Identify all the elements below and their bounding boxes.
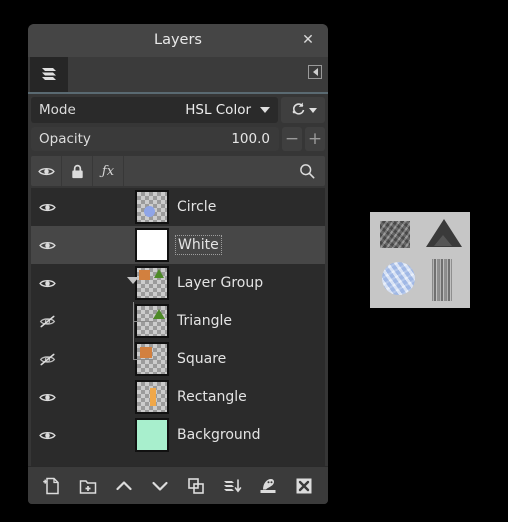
- duplicate-layer-icon[interactable]: [182, 472, 210, 500]
- layer-name: Background: [177, 427, 261, 443]
- opacity-decrease-button[interactable]: −: [282, 127, 302, 151]
- layer-thumbnail: [135, 228, 169, 262]
- layer-name: Circle: [177, 199, 217, 215]
- reset-icon: [290, 100, 307, 121]
- filter-effects-icon[interactable]: ƒx: [93, 156, 124, 186]
- canvas-striped-rectangle: [432, 259, 452, 301]
- raise-layer-icon[interactable]: [110, 472, 138, 500]
- layer-name: Rectangle: [177, 389, 247, 405]
- layer-visibility-off-icon[interactable]: [31, 340, 63, 378]
- layer-visibility-off-icon[interactable]: [31, 302, 63, 340]
- layer-list[interactable]: Circle White Layer Group Triangle Square Rect…: [31, 188, 325, 479]
- filter-lock-icon[interactable]: [62, 156, 93, 186]
- fx-label: ƒx: [101, 163, 115, 179]
- thumb-square-shape: [140, 347, 152, 358]
- search-icon[interactable]: [293, 156, 321, 186]
- layers-bottom-toolbar: [28, 466, 328, 504]
- new-layer-icon[interactable]: [38, 472, 66, 500]
- opacity-slider[interactable]: Opacity 100.0: [31, 127, 279, 151]
- mode-value: HSL Color: [185, 102, 251, 118]
- thumb-rectangle-shape: [150, 388, 156, 406]
- opacity-value: 100.0: [231, 131, 270, 147]
- thumb-square-shape: [139, 270, 150, 280]
- layer-name: Square: [177, 351, 227, 367]
- dialog-titlebar: Layers ✕: [28, 24, 328, 57]
- layer-row[interactable]: Background: [31, 416, 325, 454]
- layer-thumbnail: [135, 266, 169, 300]
- thumb-triangle-shape: [154, 269, 164, 278]
- layer-indent: [63, 302, 135, 340]
- layer-row[interactable]: White: [31, 226, 325, 264]
- thumb-circle-shape: [144, 206, 155, 217]
- layer-row[interactable]: Square: [31, 340, 325, 378]
- plus-icon: +: [307, 128, 323, 149]
- tree-connector: [133, 321, 153, 322]
- layer-row[interactable]: Triangle: [31, 302, 325, 340]
- add-layer-mask-icon[interactable]: [254, 472, 282, 500]
- minus-icon: −: [284, 128, 300, 149]
- tab-menu-icon[interactable]: [308, 65, 322, 79]
- layer-thumbnail: [135, 380, 169, 414]
- tree-connector: [133, 359, 153, 360]
- layer-row[interactable]: Layer Group: [31, 264, 325, 302]
- lower-layer-icon[interactable]: [146, 472, 174, 500]
- page-title: Layers: [154, 32, 202, 48]
- tree-connector: [133, 340, 134, 360]
- layer-indent: [63, 226, 135, 264]
- thumb-triangle-shape: [153, 309, 165, 319]
- layer-indent: [63, 188, 135, 226]
- chevron-down-icon: [308, 107, 317, 113]
- layers-stack-icon: [39, 63, 59, 87]
- layer-indent: [63, 264, 135, 302]
- layer-visibility-on-icon[interactable]: [31, 264, 63, 302]
- new-layer-group-icon[interactable]: [74, 472, 102, 500]
- layer-filter-bar: ƒx: [31, 156, 325, 186]
- canvas-thumbnail[interactable]: [367, 209, 473, 311]
- delete-layer-icon[interactable]: [290, 472, 318, 500]
- layer-name: White: [175, 235, 222, 255]
- opacity-label: Opacity: [39, 131, 91, 147]
- reset-button[interactable]: [281, 97, 325, 123]
- canvas-blue-circle: [382, 262, 415, 295]
- layer-thumbnail: [135, 190, 169, 224]
- layer-indent: [63, 340, 135, 378]
- mode-select[interactable]: Mode HSL Color: [31, 97, 278, 123]
- tab-layers[interactable]: [30, 57, 68, 92]
- layer-name: Triangle: [177, 313, 232, 329]
- layer-visibility-on-icon[interactable]: [31, 378, 63, 416]
- opacity-increase-button[interactable]: +: [305, 127, 325, 151]
- group-expander-icon[interactable]: [127, 277, 139, 284]
- layer-row[interactable]: Rectangle: [31, 378, 325, 416]
- close-icon[interactable]: ✕: [296, 24, 320, 57]
- canvas-triangle-inner: [434, 235, 452, 246]
- merge-down-icon[interactable]: [218, 472, 246, 500]
- layer-visibility-on-icon[interactable]: [31, 188, 63, 226]
- layer-name: Layer Group: [177, 275, 264, 291]
- layer-visibility-on-icon[interactable]: [31, 416, 63, 454]
- mode-label: Mode: [39, 102, 76, 118]
- layer-indent: [63, 378, 135, 416]
- layers-dialog: Layers ✕ Mode HSL Color Opacity 100.0 − …: [28, 24, 328, 504]
- opacity-row: Opacity 100.0 − +: [31, 127, 325, 151]
- dialog-tabstrip: [28, 57, 328, 94]
- chevron-down-icon: [260, 107, 270, 113]
- layer-row[interactable]: Circle: [31, 188, 325, 226]
- mode-row: Mode HSL Color: [31, 97, 325, 123]
- canvas-grey-square: [380, 221, 410, 248]
- filter-visible-icon[interactable]: [31, 156, 62, 186]
- layer-visibility-on-icon[interactable]: [31, 226, 63, 264]
- layer-indent: [63, 416, 135, 454]
- layer-thumbnail: [135, 418, 169, 452]
